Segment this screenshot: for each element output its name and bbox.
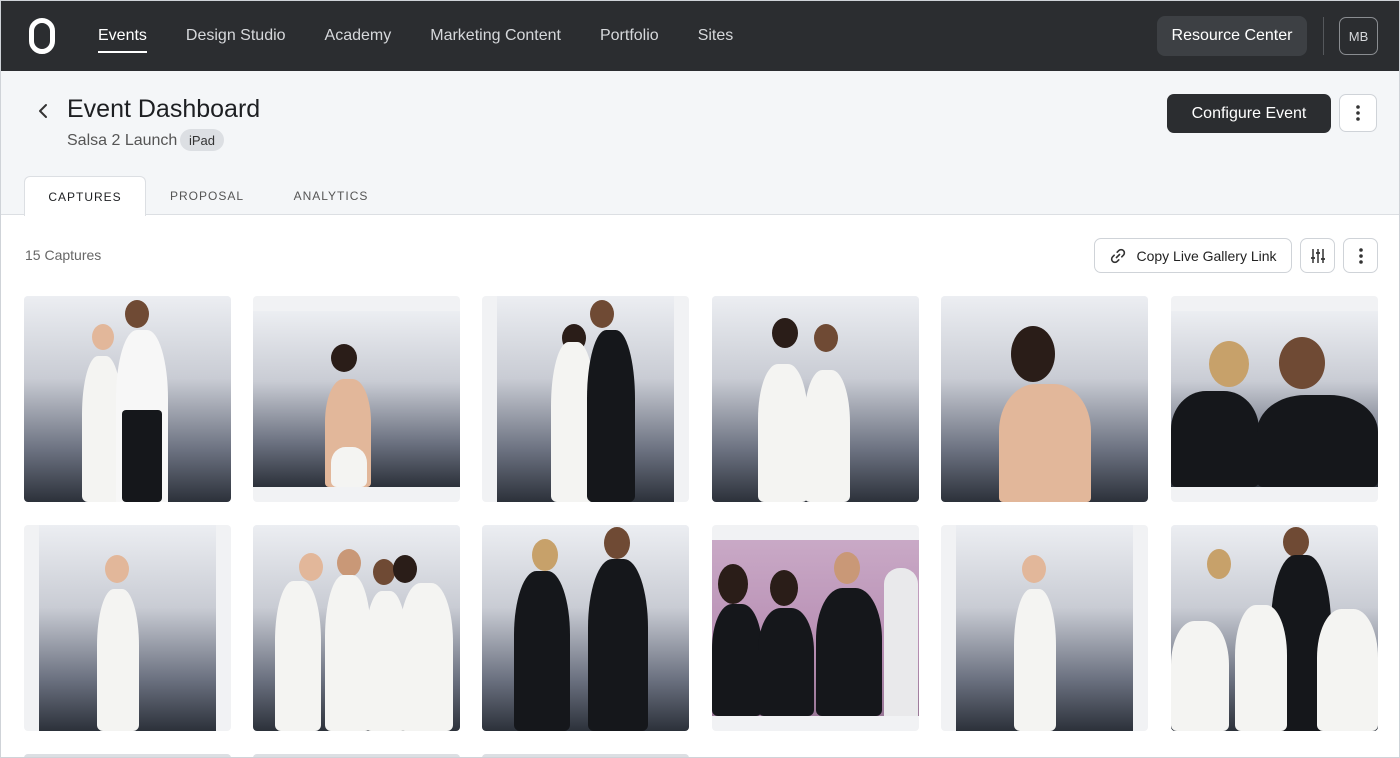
capture-thumbnail-partial[interactable] [482,754,689,757]
capture-photo [497,296,674,502]
chevron-left-icon[interactable] [35,103,51,119]
nav-events[interactable]: Events [98,1,147,71]
capture-thumbnail[interactable] [253,525,460,731]
brand-logo-icon[interactable] [29,18,55,54]
capture-thumbnail-partial[interactable] [253,754,460,757]
capture-photo [39,525,216,731]
nav-links: Events Design Studio Academy Marketing C… [98,1,772,71]
vertical-dots-icon [1356,105,1360,121]
header-more-button[interactable] [1339,94,1377,132]
capture-photo [253,525,460,731]
capture-thumbnail[interactable] [24,525,231,731]
capture-thumbnail[interactable] [712,525,919,731]
capture-thumbnail[interactable] [712,296,919,502]
captures-more-button[interactable] [1343,238,1378,273]
capture-photo [956,525,1133,731]
tab-analytics[interactable]: ANALYTICS [270,176,392,215]
app-window: Events Design Studio Academy Marketing C… [0,0,1400,758]
event-name: Salsa 2 Launch [67,132,178,149]
nav-marketing-content[interactable]: Marketing Content [430,1,561,71]
capture-photo [1171,311,1378,487]
page-header: Event Dashboard Salsa 2 Launch iPad Conf… [1,71,1399,216]
capture-thumbnail[interactable] [1171,296,1378,502]
capture-thumbnail[interactable] [482,296,689,502]
nav-divider [1323,17,1324,55]
capture-thumbnail[interactable] [24,296,231,502]
capture-thumbnail[interactable] [941,296,1148,502]
vertical-dots-icon [1358,247,1363,264]
capture-photo [712,540,919,716]
nav-portfolio[interactable]: Portfolio [600,1,659,71]
page-title: Event Dashboard [67,95,261,123]
link-icon [1111,248,1126,263]
tab-bar: CAPTURES PROPOSAL ANALYTICS [24,176,392,216]
nav-design-studio[interactable]: Design Studio [186,1,286,71]
filter-button[interactable] [1300,238,1335,273]
device-badge: iPad [180,129,225,151]
capture-thumbnail-partial[interactable] [24,754,231,757]
capture-photo [482,525,689,731]
capture-photo [712,296,919,502]
capture-thumbnail[interactable] [482,525,689,731]
nav-sites[interactable]: Sites [698,1,734,71]
capture-photo [1171,525,1378,731]
tab-captures[interactable]: CAPTURES [24,176,146,216]
top-nav: Events Design Studio Academy Marketing C… [1,1,1399,71]
nav-academy[interactable]: Academy [325,1,392,71]
capture-thumbnail[interactable] [941,525,1148,731]
configure-event-button[interactable]: Configure Event [1167,94,1331,133]
copy-gallery-link-button[interactable]: Copy Live Gallery Link [1094,238,1292,273]
copy-gallery-link-label: Copy Live Gallery Link [1136,247,1277,264]
capture-thumbnail[interactable] [253,296,460,502]
capture-thumbnail[interactable] [1171,525,1378,731]
capture-photo [941,296,1148,502]
capture-photo [24,296,231,502]
capture-photo [253,311,460,487]
captures-count: 15 Captures [25,247,102,263]
tab-proposal[interactable]: PROPOSAL [146,176,268,215]
resource-center-button[interactable]: Resource Center [1157,16,1307,56]
user-avatar[interactable]: MB [1339,17,1378,55]
sliders-icon [1310,248,1325,263]
